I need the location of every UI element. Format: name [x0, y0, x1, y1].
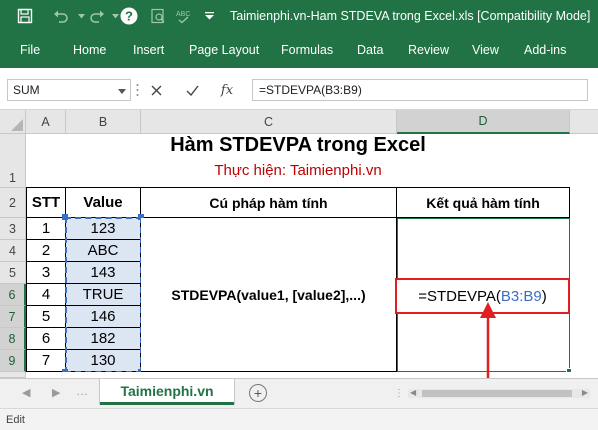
fx-label: fx [220, 82, 234, 98]
spelling-icon[interactable]: ABC [172, 5, 194, 27]
formula-input[interactable]: =STDEVPA(B3:B9) [252, 79, 588, 101]
row-header-9[interactable]: 9 [0, 350, 26, 372]
row-header-5[interactable]: 5 [0, 262, 26, 284]
header-stt[interactable]: STT [26, 188, 66, 218]
tab-file[interactable]: File [20, 43, 40, 57]
row-header-7[interactable]: 7 [0, 306, 26, 328]
sheet-title: Hàm STDEVPA trong Excel [170, 134, 426, 156]
name-box-value: SUM [13, 83, 40, 97]
result-formula-suffix: ) [541, 287, 547, 305]
svg-text:ABC: ABC [176, 11, 190, 18]
prev-sheet-icon[interactable]: ◀ [22, 386, 30, 399]
more-sheets-icon[interactable]: … [76, 384, 88, 398]
scrollbar-thumb[interactable] [422, 390, 572, 397]
tab-review[interactable]: Review [408, 43, 449, 57]
value-cell[interactable]: 146 [66, 306, 141, 328]
title-bar: ? ABC Taimienphi.vn-Ham STDEVA trong Exc… [0, 0, 598, 34]
stt-cell[interactable]: 2 [26, 240, 66, 262]
value-cell[interactable]: ABC [66, 240, 141, 262]
stt-cell[interactable]: 6 [26, 328, 66, 350]
value-cell[interactable]: 143 [66, 262, 141, 284]
column-header-d[interactable]: D [397, 110, 570, 134]
syntax-cell[interactable]: STDEVPA(value1, [value2],...) [141, 218, 397, 372]
horizontal-scrollbar[interactable]: ◀ ▶ [408, 388, 590, 398]
next-sheet-icon[interactable]: ▶ [52, 386, 60, 399]
tab-home[interactable]: Home [73, 43, 106, 57]
preview-icon[interactable] [147, 5, 169, 27]
select-all-corner[interactable] [0, 110, 26, 134]
sheet-tab-active[interactable]: Taimienphi.vn [100, 379, 234, 405]
name-box[interactable]: SUM [7, 79, 131, 101]
tab-add-ins[interactable]: Add-ins [524, 43, 566, 57]
help-icon[interactable]: ? [118, 5, 140, 27]
scroll-right-icon[interactable]: ▶ [582, 388, 588, 397]
column-header-c[interactable]: C [141, 110, 397, 134]
tab-data[interactable]: Data [357, 43, 383, 57]
status-bar: Edit [0, 408, 598, 430]
cancel-icon[interactable] [145, 79, 167, 101]
window-title: Taimienphi.vn-Ham STDEVA trong Excel.xls… [230, 9, 591, 23]
tab-view[interactable]: View [472, 43, 499, 57]
status-mode: Edit [6, 414, 25, 426]
stt-cell[interactable]: 7 [26, 350, 66, 372]
range-handle[interactable] [62, 214, 68, 220]
value-cell[interactable]: 182 [66, 328, 141, 350]
undo-icon[interactable] [50, 5, 72, 27]
result-formula-ref: B3:B9 [500, 287, 542, 305]
name-box-dropdown-icon[interactable] [118, 84, 126, 98]
insert-function-icon[interactable]: fx [216, 79, 238, 101]
scroll-left-icon[interactable]: ◀ [410, 388, 416, 397]
add-sheet-icon[interactable]: + [249, 384, 267, 402]
column-header-e[interactable] [570, 110, 598, 134]
svg-text:?: ? [125, 9, 133, 24]
ribbon-tab-bar: File Home Insert Page Layout Formulas Da… [0, 34, 598, 68]
save-icon[interactable] [14, 5, 36, 27]
value-cell[interactable]: TRUE [66, 284, 141, 306]
stt-cell[interactable]: 5 [26, 306, 66, 328]
row-header-3[interactable]: 3 [0, 218, 26, 240]
value-cell[interactable]: 130 [66, 350, 141, 372]
enter-icon[interactable] [181, 79, 203, 101]
stt-cell[interactable]: 1 [26, 218, 66, 240]
tab-insert[interactable]: Insert [133, 43, 164, 57]
stt-cell[interactable]: 3 [26, 262, 66, 284]
formula-bar: SUM fx =STDEVPA(B3:B9) [0, 68, 598, 110]
row-header-4[interactable]: 4 [0, 240, 26, 262]
header-result[interactable]: Kết quả hàm tính [397, 188, 570, 218]
column-header-a[interactable]: A [26, 110, 66, 134]
header-value[interactable]: Value [66, 188, 141, 218]
stt-cell[interactable]: 4 [26, 284, 66, 306]
tab-formulas[interactable]: Formulas [281, 43, 333, 57]
scroll-split-icon[interactable]: ⋮ [394, 388, 405, 399]
value-cell[interactable]: 123 [66, 218, 141, 240]
row-header-8[interactable]: 8 [0, 328, 26, 350]
header-syntax[interactable]: Cú pháp hàm tính [141, 188, 397, 218]
row-header-2[interactable]: 2 [0, 188, 26, 218]
column-e-area[interactable] [571, 134, 598, 378]
sheet-tab-bar: ◀ ▶ … Taimienphi.vn + ⋮ ◀ ▶ [0, 378, 598, 408]
row-header-6[interactable]: 6 [0, 284, 26, 306]
formula-bar-grip-icon[interactable] [136, 82, 139, 98]
spreadsheet-grid: A B C D 1 2 3 4 5 6 7 8 9 Hàm STDEVPA tr… [0, 110, 598, 378]
tab-page-layout[interactable]: Page Layout [189, 43, 259, 57]
customize-qat-icon[interactable] [198, 5, 220, 27]
row-header-1[interactable]: 1 [0, 134, 26, 188]
sheet-subtitle: Thực hiện: Taimienphi.vn [214, 162, 382, 179]
column-header-b[interactable]: B [66, 110, 141, 134]
